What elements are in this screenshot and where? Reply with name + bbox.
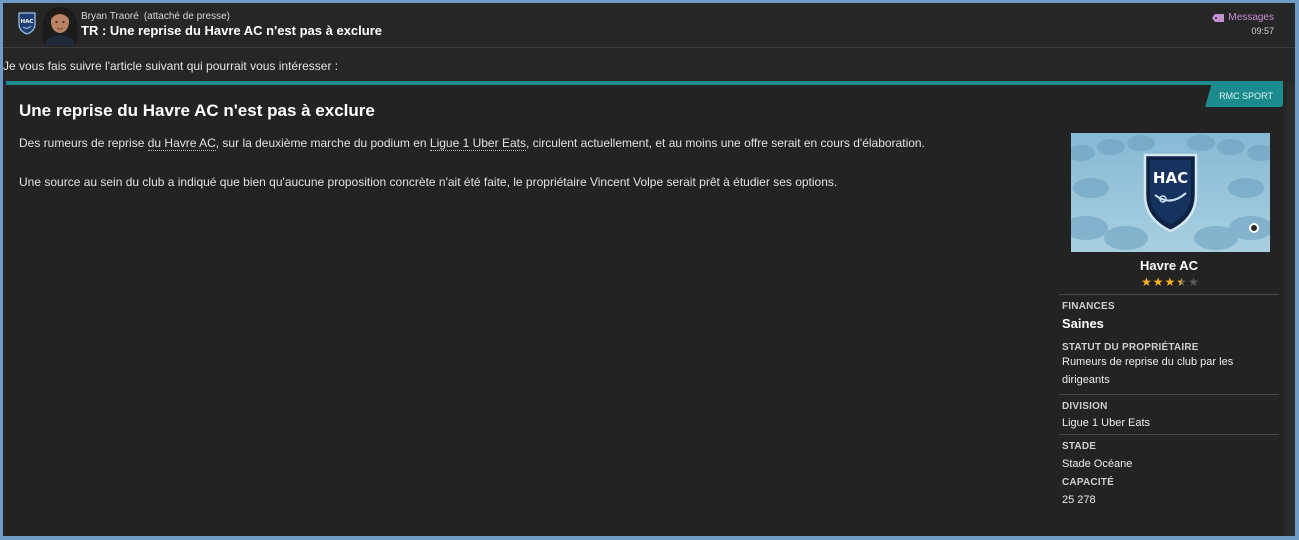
scrollbar[interactable] xyxy=(1287,81,1295,536)
header-divider xyxy=(3,47,1295,48)
intro-text: Je vous fais suivre l'article suivant qu… xyxy=(3,59,339,73)
message-header: HAC Bryan Traoré (attaché de presse) TR :… xyxy=(3,3,1295,47)
sender-name[interactable]: Bryan Traoré xyxy=(81,11,139,22)
finances-value: Saines xyxy=(1062,316,1104,331)
club-link[interactable]: du Havre AC xyxy=(147,136,216,151)
stadium-value: Stade Océane xyxy=(1062,458,1133,470)
half-star-icon: ★ xyxy=(1176,275,1188,289)
message-window: HAC Bryan Traoré (attaché de presse) TR :… xyxy=(3,3,1295,536)
divider xyxy=(1059,294,1279,295)
sender-role: (attaché de presse) xyxy=(143,11,230,22)
sender-line: Bryan Traoré (attaché de presse) xyxy=(81,11,230,22)
message-time: 09:57 xyxy=(1251,26,1274,36)
article-paragraph-1: Des rumeurs de reprise du Havre AC, sur … xyxy=(19,136,925,151)
club-name[interactable]: Havre AC xyxy=(1059,258,1279,273)
owner-status-label: STATUT DU PROPRIÉTAIRE xyxy=(1062,342,1199,353)
capacity-value: 25 278 xyxy=(1062,494,1096,506)
article-card: RMC SPORT Une reprise du Havre AC n'est … xyxy=(6,81,1283,536)
divider xyxy=(1059,394,1279,395)
sender-avatar[interactable] xyxy=(43,7,77,45)
badge-text: HAC xyxy=(21,19,34,25)
owner-status-value: Rumeurs de reprise du club par les dirig… xyxy=(1062,356,1234,386)
stadium-label: STADE xyxy=(1062,441,1097,452)
division-link[interactable]: Ligue 1 Uber Eats xyxy=(429,136,526,151)
divider xyxy=(1059,434,1279,435)
article-paragraph-2: Une source au sein du club a indiqué que… xyxy=(19,175,838,189)
p1-text-after: , circulent actuellement, et au moins un… xyxy=(525,136,925,150)
club-rating: ★ ★ ★ ★ ★ xyxy=(1141,276,1199,288)
division-label: DIVISION xyxy=(1062,401,1108,412)
club-image[interactable]: HAC xyxy=(1071,133,1270,252)
article-headline: Une reprise du Havre AC n'est pas à excl… xyxy=(19,101,375,120)
empty-star-icon: ★ xyxy=(1188,275,1199,289)
star-icon: ★ xyxy=(1164,275,1176,289)
finances-label: FINANCES xyxy=(1062,301,1115,312)
source-tag: RMC SPORT xyxy=(1205,85,1283,107)
messages-link[interactable]: Messages xyxy=(1212,12,1274,23)
message-tag-icon xyxy=(1212,13,1225,22)
capacity-label: CAPACITÉ xyxy=(1062,477,1114,488)
division-value[interactable]: Ligue 1 Uber Eats xyxy=(1062,417,1150,429)
messages-link-label: Messages xyxy=(1228,12,1274,23)
club-logo-text: HAC xyxy=(1153,169,1188,187)
p1-text-mid: , sur la deuxième marche du podium en xyxy=(215,136,430,150)
star-icon: ★ xyxy=(1141,275,1152,289)
star-icon: ★ xyxy=(1152,275,1164,289)
club-badge-icon: HAC xyxy=(17,11,37,35)
message-subject: TR : Une reprise du Havre AC n'est pas à… xyxy=(81,23,382,38)
p1-text-before: Des rumeurs de reprise xyxy=(19,136,148,150)
